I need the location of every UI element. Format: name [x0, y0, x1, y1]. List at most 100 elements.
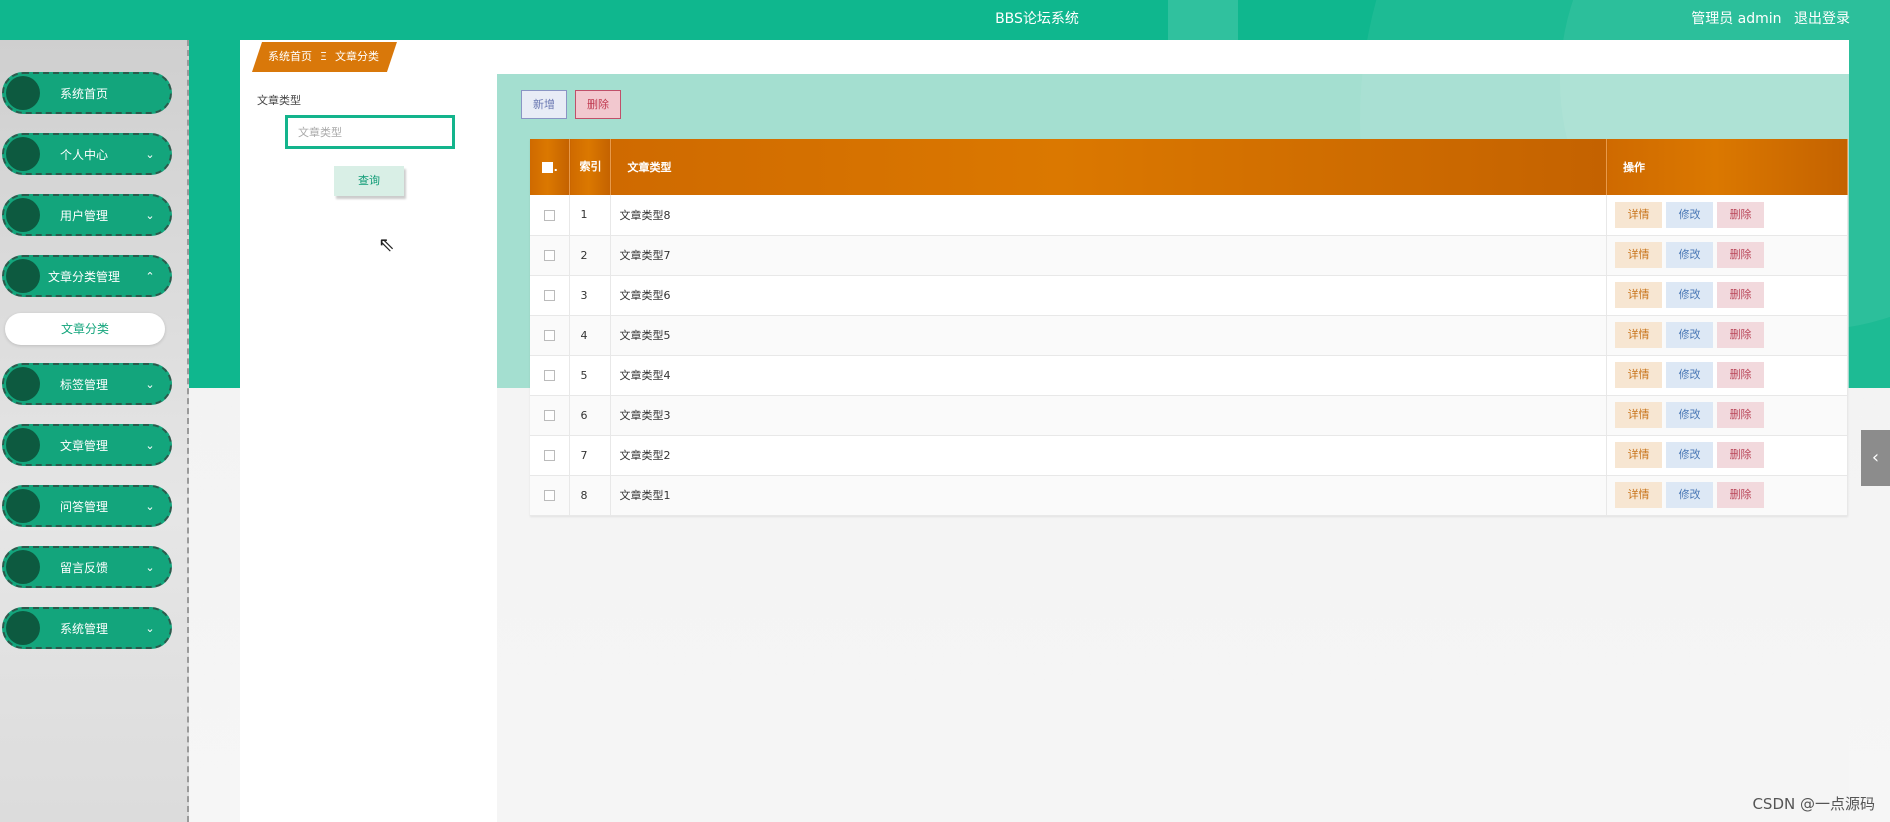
- table-row: 1 文章类型8 详情 修改 删除: [530, 195, 1848, 236]
- edit-button[interactable]: 修改: [1666, 442, 1714, 468]
- article-type-search-input[interactable]: [285, 115, 455, 149]
- menu-circle-icon: [6, 611, 40, 645]
- delete-button[interactable]: 删除: [1717, 282, 1765, 308]
- detail-button[interactable]: 详情: [1615, 362, 1663, 388]
- row-actions: 详情 修改 删除: [1606, 315, 1848, 356]
- table-row: 6 文章类型3 详情 修改 删除: [530, 395, 1848, 436]
- detail-button[interactable]: 详情: [1615, 201, 1663, 228]
- detail-button[interactable]: 详情: [1615, 242, 1663, 268]
- sidebar-subitem-article-category[interactable]: 文章分类: [5, 313, 165, 345]
- sidebar-item-label: 问答管理: [59, 499, 108, 514]
- row-index: 3: [569, 275, 612, 316]
- collapse-panel-tab[interactable]: ‹: [1861, 430, 1890, 486]
- row-index: 4: [569, 315, 612, 356]
- detail-button[interactable]: 详情: [1615, 482, 1663, 508]
- menu-circle-icon: [6, 259, 40, 293]
- article-type-table: . 索引 文章类型 操作 1 文章类型8 详情 修改 删除 2 文章类型7 详情 修改 删除 3 文章…: [530, 139, 1848, 516]
- row-checkbox[interactable]: [544, 330, 556, 341]
- delete-button[interactable]: 删除: [1717, 242, 1765, 268]
- batch-delete-button[interactable]: 删除: [575, 90, 621, 119]
- delete-button[interactable]: 删除: [1717, 322, 1765, 348]
- chevron-down-icon: ⌄: [145, 208, 155, 222]
- sidebar: 系统首页 个人中心 ⌄ 用户管理 ⌄ 文章分类管理 ⌃ 文章分类 标签管理 ⌄ …: [0, 40, 189, 822]
- column-header-index: 索引: [569, 139, 612, 195]
- sidebar-item-home[interactable]: 系统首页: [2, 72, 172, 114]
- delete-button[interactable]: 删除: [1717, 482, 1765, 508]
- edit-button[interactable]: 修改: [1666, 362, 1714, 388]
- detail-button[interactable]: 详情: [1615, 442, 1663, 468]
- menu-circle-icon: [6, 489, 40, 523]
- menu-circle-icon: [6, 198, 40, 232]
- detail-button[interactable]: 详情: [1615, 322, 1663, 348]
- site-title: BBS论坛系统: [995, 11, 1079, 27]
- breadcrumb: 系统首页 Ξ 文章分类: [252, 42, 397, 72]
- sidebar-item-label: 文章管理: [59, 438, 108, 453]
- table-row: 5 文章类型4 详情 修改 删除: [530, 355, 1848, 396]
- edit-button[interactable]: 修改: [1666, 322, 1714, 348]
- edit-button[interactable]: 修改: [1666, 242, 1714, 268]
- row-checkbox-cell: [530, 355, 571, 396]
- row-checkbox[interactable]: [544, 250, 556, 261]
- sidebar-item-article-category-mgmt[interactable]: 文章分类管理 ⌃: [2, 255, 172, 297]
- table-row: 3 文章类型6 详情 修改 删除: [530, 275, 1848, 316]
- chevron-down-icon: ⌄: [145, 147, 155, 161]
- row-checkbox-cell: [530, 275, 571, 316]
- row-checkbox[interactable]: [544, 450, 556, 461]
- sidebar-item-label: 系统首页: [59, 86, 108, 101]
- row-checkbox-cell: [530, 195, 571, 236]
- row-checkbox[interactable]: [544, 490, 556, 501]
- delete-button[interactable]: 删除: [1717, 442, 1765, 468]
- delete-button[interactable]: 删除: [1717, 201, 1765, 228]
- row-checkbox[interactable]: [544, 370, 556, 381]
- chevron-down-icon: ⌄: [145, 560, 155, 574]
- sidebar-item-articles[interactable]: 文章管理 ⌄: [2, 424, 172, 466]
- row-checkbox[interactable]: [544, 410, 556, 421]
- add-button[interactable]: 新增: [521, 90, 567, 119]
- delete-button[interactable]: 删除: [1717, 402, 1765, 428]
- row-actions: 详情 修改 删除: [1606, 475, 1848, 516]
- row-checkbox[interactable]: [544, 209, 556, 221]
- logout-link[interactable]: 退出登录: [1794, 11, 1850, 27]
- sidebar-item-qa[interactable]: 问答管理 ⌄: [2, 485, 172, 527]
- select-all-checkbox[interactable]: [541, 162, 553, 173]
- menu-circle-icon: [6, 76, 40, 110]
- search-panel: 文章类型 查询 ⇖: [240, 74, 497, 822]
- current-user: 管理员 admin: [1691, 11, 1782, 27]
- row-actions: 详情 修改 删除: [1606, 435, 1848, 476]
- detail-button[interactable]: 详情: [1615, 282, 1663, 308]
- table-header-row: . 索引 文章类型 操作: [530, 139, 1848, 195]
- row-actions: 详情 修改 删除: [1606, 195, 1848, 236]
- sidebar-item-label: 个人中心: [59, 147, 108, 162]
- edit-button[interactable]: 修改: [1666, 201, 1714, 228]
- sidebar-item-system[interactable]: 系统管理 ⌄: [2, 607, 172, 649]
- sidebar-item-feedback[interactable]: 留言反馈 ⌄: [2, 546, 172, 588]
- sidebar-item-users[interactable]: 用户管理 ⌄: [2, 194, 172, 236]
- content-area: 新增 删除 . 索引 文章类型 操作 1 文章类型8 详情 修改 删除 2 文章类型7 详情修…: [497, 74, 1849, 822]
- row-checkbox-cell: [530, 395, 571, 436]
- query-button[interactable]: 查询: [334, 166, 404, 196]
- detail-button[interactable]: 详情: [1615, 402, 1663, 428]
- delete-button[interactable]: 删除: [1717, 362, 1765, 388]
- row-article-type: 文章类型1: [610, 475, 1608, 516]
- chevron-down-icon: ⌄: [145, 621, 155, 635]
- row-article-type: 文章类型7: [610, 235, 1608, 276]
- edit-button[interactable]: 修改: [1666, 482, 1714, 508]
- select-all-cell: .: [530, 139, 571, 195]
- row-article-type: 文章类型2: [610, 435, 1608, 476]
- row-index: 8: [569, 475, 612, 516]
- row-checkbox[interactable]: [544, 290, 556, 301]
- edit-button[interactable]: 修改: [1666, 402, 1714, 428]
- sidebar-item-tags[interactable]: 标签管理 ⌄: [2, 363, 172, 405]
- row-article-type: 文章类型3: [610, 395, 1608, 436]
- chevron-down-icon: ⌄: [145, 438, 155, 452]
- sidebar-item-profile[interactable]: 个人中心 ⌄: [2, 133, 172, 175]
- breadcrumb-home[interactable]: 系统首页: [268, 50, 312, 63]
- sidebar-item-label: 文章分类管理: [47, 269, 120, 284]
- edit-button[interactable]: 修改: [1666, 282, 1714, 308]
- row-article-type: 文章类型4: [610, 355, 1608, 396]
- search-label: 文章类型: [257, 94, 301, 107]
- row-index: 7: [569, 435, 612, 476]
- row-actions: 详情 修改 删除: [1606, 355, 1848, 396]
- row-index: 2: [569, 235, 612, 276]
- chevron-left-icon: ‹: [1871, 447, 1880, 468]
